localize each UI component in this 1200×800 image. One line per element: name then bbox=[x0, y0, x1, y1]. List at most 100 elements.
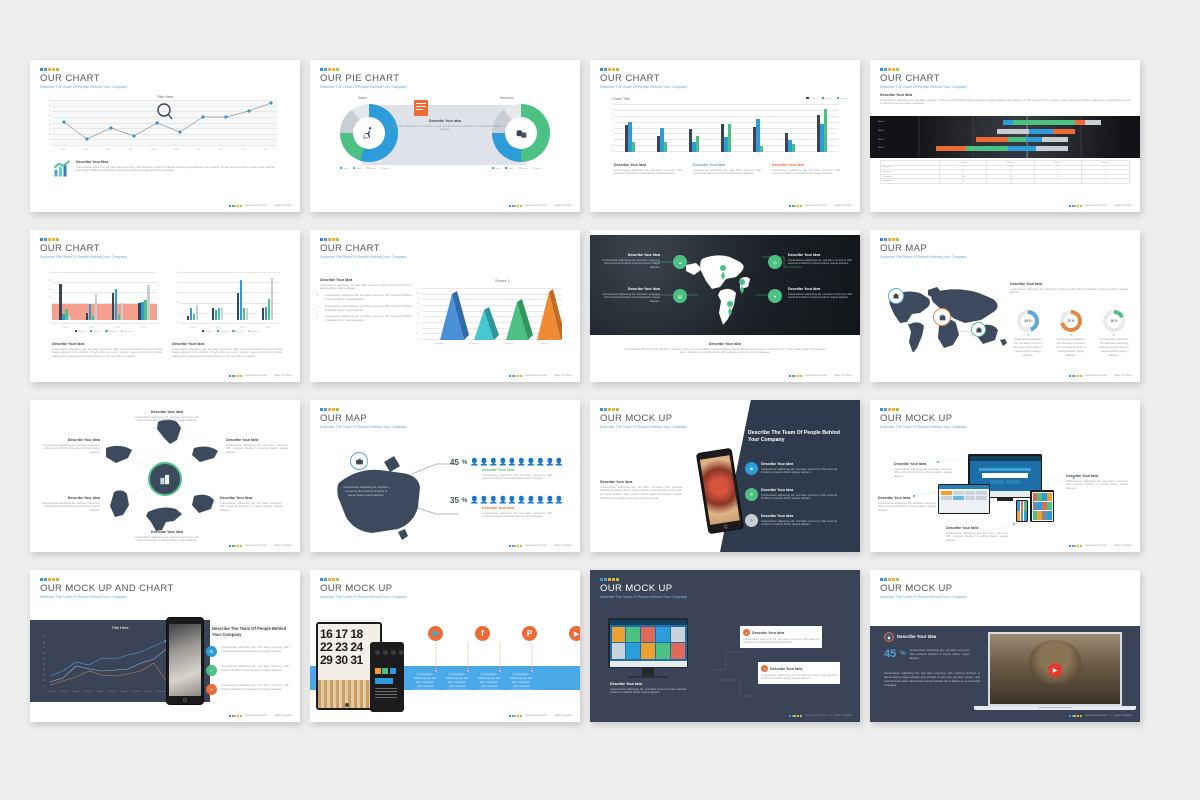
bar-group bbox=[720, 104, 732, 152]
legend-right: Series 1 Series 2 Series 3 Series 4 bbox=[202, 330, 259, 333]
laptop-trackpad bbox=[1038, 706, 1072, 709]
slide-thumbnail-our-chart-dual[interactable]: OUR CHART Describe The Team Of People Be… bbox=[30, 230, 300, 382]
footer-separator: | bbox=[1110, 204, 1112, 207]
slide-thumbnail-mockup-and-chart[interactable]: OUR MOCK UP AND CHART Describe The Team … bbox=[30, 570, 300, 722]
heart-icon[interactable]: ♥ bbox=[768, 289, 782, 303]
person-icons-orange: 👤 👤 👤 👤 👤 👤 👤 👤 👤 👤 bbox=[470, 497, 564, 504]
describe-text: Consectetuer adipiscing elit, sed diam n… bbox=[610, 687, 686, 695]
y-axis: 25 20 15 10 5 0 -5 bbox=[48, 272, 51, 324]
brand-dots bbox=[320, 408, 339, 411]
slide-thumbnail-our-map-pictogram[interactable]: OUR MAP Describe The Team Of People Behi… bbox=[310, 400, 580, 552]
footer-url: www.xxxxxxxx.com bbox=[1085, 714, 1108, 717]
rocket-icon[interactable]: ➤ bbox=[206, 684, 217, 695]
brand-dots bbox=[320, 578, 339, 581]
footer-company: Page Company bbox=[554, 544, 572, 547]
footer-company: Page Company bbox=[834, 374, 852, 377]
phone-home-button[interactable] bbox=[183, 698, 187, 702]
phone-icon: ✆ bbox=[745, 488, 758, 502]
monitor-icon[interactable]: ▤ bbox=[673, 289, 687, 303]
card-heading: Describe Your Idea bbox=[788, 287, 821, 291]
phone-screen bbox=[169, 624, 201, 696]
slide-thumbnail-our-chart-pyramid[interactable]: OUR CHART Describe The Team Of People Be… bbox=[310, 230, 580, 382]
panel-heading: Describe The Team Of People Behind Your … bbox=[212, 626, 287, 637]
settings-icon[interactable]: ⚙ bbox=[206, 646, 217, 657]
pie-right-label: Revenue bbox=[500, 96, 514, 100]
map-marker-icon-1[interactable] bbox=[888, 288, 904, 304]
footer-url: www.xxxxxxxx.com bbox=[805, 204, 828, 207]
slide-footer: www.xxxxxxxx.com | Page Company bbox=[508, 204, 572, 207]
pinterest-icon[interactable]: P bbox=[522, 626, 537, 641]
buildings-icon[interactable] bbox=[148, 462, 182, 496]
slide-thumbnail-our-chart-gantt[interactable]: OUR CHART Describe The Team Of People Be… bbox=[870, 60, 1140, 212]
radial-label: Describe Your Idea bbox=[150, 530, 184, 534]
info-card[interactable]: ● Describe Your Idea Consectetuer adipis… bbox=[758, 662, 840, 685]
page-subtitle: Describe The Team Of People Behind Your … bbox=[600, 595, 688, 599]
feature-item[interactable]: ◉ Describe Your Idea Consectetuer adipis… bbox=[745, 462, 837, 476]
feature-heading: Describe Your Idea bbox=[761, 514, 794, 518]
page-subtitle: Describe The Team Of People Behind Your … bbox=[40, 85, 128, 89]
describe-heading: Describe Your Idea bbox=[320, 278, 353, 282]
line-chart-plot: 90 80 70 60 50 40 30 20 10 0 Point 1 Point 2 Point … bbox=[43, 636, 168, 693]
body-text: Consectetuer adipiscing elit, sed diam n… bbox=[884, 672, 980, 687]
slide-thumbnail-video-mockup[interactable]: OUR MOCK UP Describe The Team Of People … bbox=[870, 570, 1140, 722]
slide-thumbnail-our-chart-bar[interactable]: OUR CHART Describe The Team Of People Be… bbox=[590, 60, 860, 212]
bottom-text: Consectetuer adipiscing elit, sed diam n… bbox=[624, 347, 826, 355]
phone-home-button[interactable] bbox=[723, 524, 728, 529]
pictogram-value: 35 bbox=[450, 496, 459, 505]
facebook-icon[interactable]: f bbox=[475, 626, 490, 641]
twitter-icon[interactable]: 🐦 bbox=[428, 626, 443, 641]
feature-text: Consectetuer adipiscing elit, sed diam n… bbox=[221, 646, 289, 653]
slide-thumbnail-devices-mockup[interactable]: OUR MOCK UP Describe The Team Of People … bbox=[870, 400, 1140, 552]
gantt-bar bbox=[1003, 120, 1101, 125]
card-heading: Describe Your Idea bbox=[770, 666, 803, 671]
chart-legend: Series 1 Series 2 Series 3 bbox=[806, 97, 848, 100]
slide-thumbnail-dark-world-map[interactable]: ☁ ◎ ▤ ♥ Describe Your Idea Consectetuer … bbox=[590, 230, 860, 382]
presenter-icon bbox=[363, 127, 372, 139]
chart-title: Title Here bbox=[111, 625, 129, 630]
slide-thumbnail-our-pie-chart[interactable]: OUR PIE CHART Describe The Team Of Peopl… bbox=[310, 60, 580, 212]
feature-item[interactable]: ✆ Describe Your Idea Consectetuer adipis… bbox=[745, 488, 837, 502]
pictogram-unit: % bbox=[461, 497, 468, 504]
slide-thumbnail-radial-continents[interactable]: Describe Your Idea Consectetuer adipisci… bbox=[30, 400, 300, 552]
slide-thumbnail-social-mockup[interactable]: OUR MOCK UP Describe The Team Of People … bbox=[310, 570, 580, 722]
page-title: OUR CHART bbox=[600, 73, 660, 84]
youtube-icon[interactable]: ▶ bbox=[569, 626, 580, 641]
radial-label: Describe Your Idea bbox=[67, 438, 100, 442]
x-axis: Point 1 Point 2 Point 3 Point 4 Point 5 Poin… bbox=[48, 691, 166, 693]
footer-company: Page Company bbox=[554, 204, 572, 207]
slide-thumbnail-our-map-stats[interactable]: OUR MAP Describe The Team Of People Behi… bbox=[870, 230, 1140, 382]
brand-dots bbox=[320, 238, 339, 241]
camera-icon[interactable]: ◎ bbox=[768, 255, 782, 269]
check-chart-icon[interactable]: ✓ bbox=[206, 665, 217, 676]
slide-thumbnail-phone-mockup[interactable]: OUR MOCK UP Describe The Team Of People … bbox=[590, 400, 860, 552]
card-text: Consectetuer adipiscing elit, sed diam n… bbox=[761, 673, 837, 681]
slide-thumbnail-dark-mockup[interactable]: OUR MOCK UP Describe The Team Of People … bbox=[590, 570, 860, 722]
play-icon[interactable]: ▶ bbox=[1048, 663, 1062, 678]
slide-thumbnail-our-chart-line[interactable]: OUR CHART Describe The Team Of People Be… bbox=[30, 60, 300, 212]
pictogram-unit: % bbox=[461, 459, 468, 466]
footer-separator: | bbox=[270, 714, 272, 717]
tablet-home-button[interactable] bbox=[345, 703, 349, 707]
footer-company: Page Company bbox=[274, 544, 292, 547]
caption-heading: Describe Your Idea bbox=[172, 342, 205, 346]
callout-heading: Describe Your Idea bbox=[946, 526, 979, 530]
bar-group bbox=[816, 104, 828, 152]
cloud-icon[interactable]: ☁ bbox=[673, 255, 687, 269]
bar-chart-icon bbox=[53, 160, 71, 177]
page-subtitle: Describe The Team Of People Behind Your … bbox=[880, 85, 968, 89]
slide-footer: www.xxxxxxxx.com | Page Company bbox=[788, 204, 852, 207]
map-marker-icon-2[interactable] bbox=[933, 308, 951, 326]
gantt-row-label: Task 1 bbox=[878, 147, 885, 149]
stat-text: Consectetuer adipiscing elit, sed diam n… bbox=[909, 649, 970, 660]
radial-text: Consectetuer adipiscing elit, sed diam n… bbox=[135, 535, 199, 543]
donut-caption: Consectetuer adipiscing elit, sed diam n… bbox=[1056, 338, 1086, 357]
magnifier-icon bbox=[157, 103, 173, 120]
caption-heading: Describe Your Idea bbox=[693, 163, 726, 167]
gantt-bar bbox=[936, 145, 1068, 151]
info-card[interactable]: ● Describe Your Idea Consectetuer adipis… bbox=[740, 626, 822, 649]
feature-item[interactable]: ↻ Describe Your Idea Consectetuer adipis… bbox=[745, 514, 837, 528]
card-icon: ● bbox=[761, 665, 768, 672]
briefcase-icon[interactable] bbox=[350, 452, 368, 470]
map-marker-icon-3[interactable] bbox=[971, 322, 986, 337]
donut-caption: Consectetuer adipiscing elit, sed diam n… bbox=[1099, 338, 1129, 357]
